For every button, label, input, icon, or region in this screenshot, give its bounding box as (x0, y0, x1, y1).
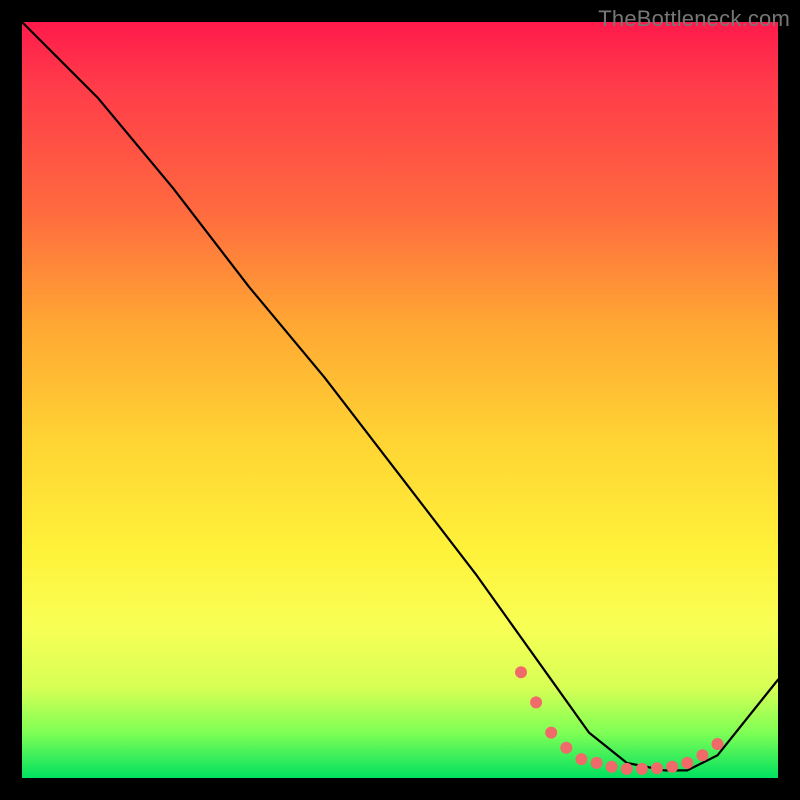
optimum-marker (606, 761, 618, 773)
optimum-marker (712, 738, 724, 750)
optimum-marker (636, 763, 648, 775)
optimum-marker (560, 742, 572, 754)
optimum-marker (651, 762, 663, 774)
optimum-marker (696, 749, 708, 761)
optimum-markers (515, 666, 724, 775)
optimum-marker (575, 753, 587, 765)
optimum-marker (545, 727, 557, 739)
optimum-marker (681, 757, 693, 769)
bottleneck-curve (22, 22, 778, 770)
optimum-marker (515, 666, 527, 678)
chart-svg (22, 22, 778, 778)
stage: TheBottleneck.com (0, 0, 800, 800)
optimum-marker (621, 763, 633, 775)
watermark-text: TheBottleneck.com (598, 6, 790, 32)
optimum-marker (591, 757, 603, 769)
optimum-marker (666, 761, 678, 773)
optimum-marker (530, 696, 542, 708)
